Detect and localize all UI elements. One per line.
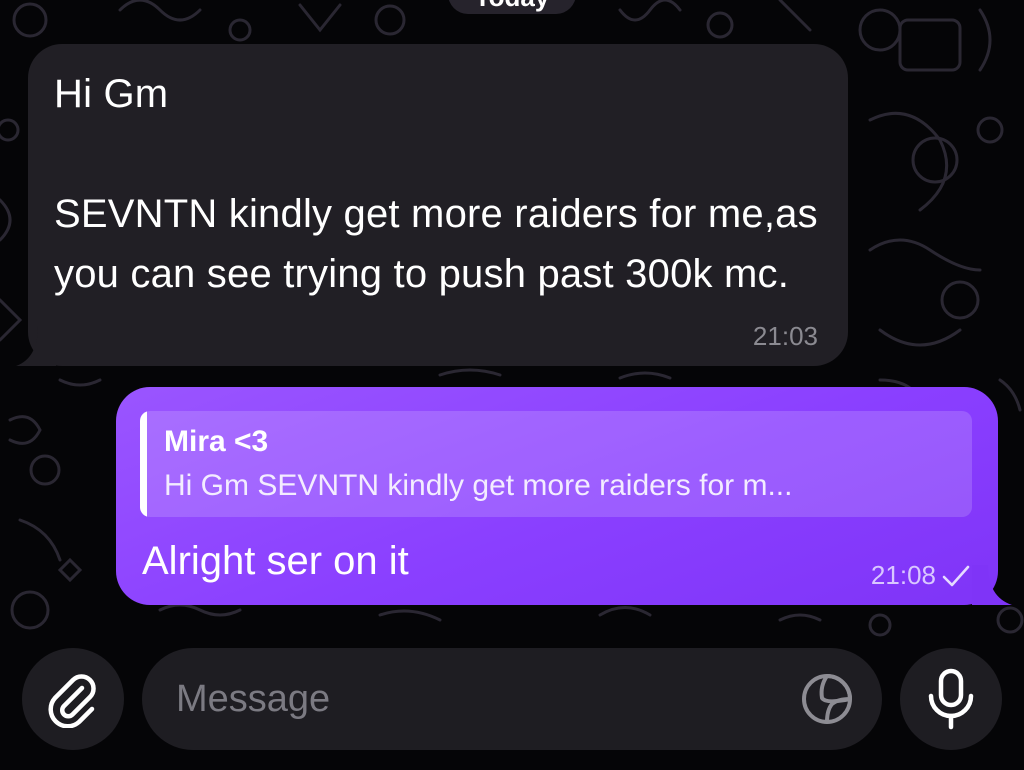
bubble-tail xyxy=(16,326,56,366)
sticker-icon[interactable] xyxy=(798,670,856,728)
reply-author: Mira <3 xyxy=(164,425,269,458)
reply-accent-bar xyxy=(140,411,147,517)
attach-button[interactable] xyxy=(22,648,124,750)
message-meta: 21:08 xyxy=(871,560,970,591)
paperclip-icon xyxy=(48,674,96,728)
reply-quote[interactable]: Mira <3 Hi Gm SEVNTN kindly get more rai… xyxy=(140,411,972,517)
message-text: Alright ser on it xyxy=(142,539,409,583)
message-input[interactable] xyxy=(174,668,778,730)
outgoing-message-bubble[interactable]: Mira <3 Hi Gm SEVNTN kindly get more rai… xyxy=(116,387,1012,605)
message-input-container xyxy=(142,648,882,750)
message-time: 21:03 xyxy=(752,321,818,351)
single-check-icon xyxy=(942,565,970,586)
message-text: Hi Gm SEVNTN kindly get more raiders for… xyxy=(54,72,818,296)
date-separator: Today xyxy=(448,0,576,14)
message-time: 21:08 xyxy=(870,560,936,590)
reply-preview: Hi Gm SEVNTN kindly get more raiders for… xyxy=(164,469,793,502)
incoming-message-bubble[interactable]: Hi Gm SEVNTN kindly get more raiders for… xyxy=(16,44,848,366)
bubble-tail xyxy=(972,565,1012,605)
microphone-icon xyxy=(928,668,974,730)
voice-record-button[interactable] xyxy=(900,648,1002,750)
